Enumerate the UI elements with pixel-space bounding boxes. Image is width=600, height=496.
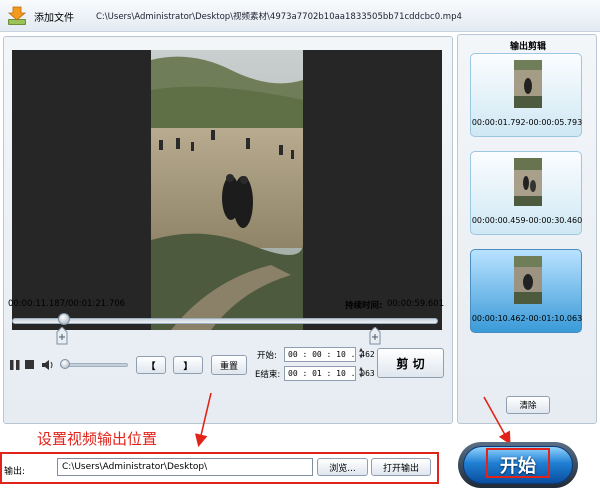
clip-item-selected[interactable]: 00:00:10.462-00:01:10.063 [470,249,582,333]
clip-thumbnail [514,158,542,206]
volume-handle[interactable] [60,359,70,369]
stop-icon[interactable] [25,360,34,369]
pause-icon[interactable] [10,360,20,370]
start-time-label: 开始: [257,351,277,361]
clips-panel-title: 输出剪辑 [509,42,546,52]
duration-value: 00:00:59.601 [387,299,445,309]
mark-in-button[interactable]: 【 [136,356,166,374]
clear-button[interactable]: 清除 [506,396,550,414]
seek-bar[interactable] [12,318,438,324]
reset-button[interactable]: 重置 [211,355,247,375]
spin-icon[interactable]: ▲ ▼ [357,366,365,381]
annotation-text: 设置视频输出位置 [37,430,158,448]
clip-item[interactable]: 00:00:00.459-00:00:30.460 [470,151,582,235]
cut-button[interactable]: 剪 切 [377,348,444,378]
file-path: C:\Users\Administrator\Desktop\视频素材\4973… [96,12,462,22]
spin-icon[interactable]: ▲ ▼ [357,347,365,362]
start-marker-icon[interactable] [56,327,68,345]
toolbar: 添加文件 C:\Users\Administrator\Desktop\视频素材… [0,0,600,32]
clip-thumbnail [514,256,542,304]
clip-label: 00:00:01.792-00:00:05.793 [471,118,583,127]
end-marker-icon[interactable] [369,327,381,345]
download-arrow-icon [7,6,27,25]
video-preview[interactable] [12,50,442,330]
browse-button[interactable]: 浏览... [317,458,368,476]
volume-slider[interactable] [60,363,128,367]
output-path-field[interactable]: C:\Users\Administrator\Desktop\ [57,458,313,476]
clip-label: 00:00:10.462-00:01:10.063 [471,314,583,323]
mark-out-button[interactable]: 】 [173,356,203,374]
clip-item[interactable]: 00:00:01.792-00:00:05.793 [470,53,582,137]
clips-panel: 输出剪辑 00:00:01.792-00:00:05.793 00:00:00.… [457,34,597,424]
video-frame [151,50,303,330]
add-file-label: 添加文件 [34,12,74,24]
duration-label: 持续时间: [345,301,383,311]
start-time-field[interactable]: 00 : 00 : 10 . 462 [284,347,375,362]
output-label: 输出: [4,467,26,477]
end-time-field[interactable]: 00 : 01 : 10 . 063 [284,366,375,381]
current-time: 00:00:11.187/00:01:21.706 [8,299,126,309]
add-file-button[interactable]: 添加文件 [6,4,74,28]
seek-handle[interactable] [58,313,70,325]
end-time-label: E结束: [255,370,281,380]
clip-thumbnail [514,60,542,108]
clip-label: 00:00:00.459-00:00:30.460 [471,216,583,225]
start-button-highlight [486,448,550,478]
volume-icon[interactable] [42,359,54,371]
open-output-button[interactable]: 打开输出 [371,458,431,476]
